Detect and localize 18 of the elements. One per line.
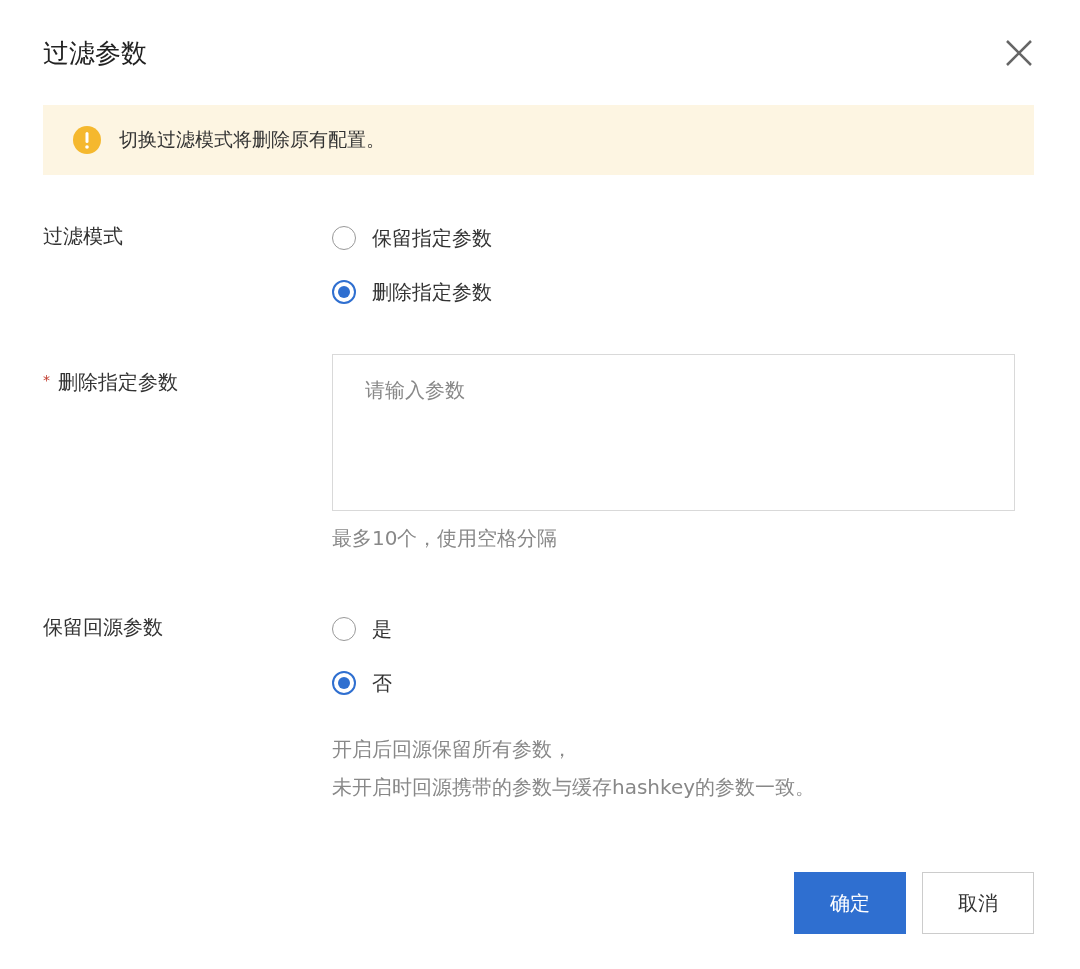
radio-option[interactable]: 是	[332, 602, 1034, 656]
input-field[interactable]: 请输入参数	[332, 354, 1015, 511]
warning-icon	[73, 126, 101, 154]
alert-text: 切换过滤模式将删除原有配置。	[119, 127, 385, 152]
dialog-title: 过滤参数	[43, 36, 147, 70]
cancel-button[interactable]: 取消	[922, 872, 1034, 934]
help-text: 开启后回源保留所有参数，未开启时回源携带的参数与缓存hashkey的参数一致。	[332, 736, 817, 801]
close-icon	[1004, 38, 1034, 68]
confirm-button[interactable]: 确定	[794, 872, 906, 934]
field-label: 删除指定参数	[58, 369, 178, 396]
help-text: 最多10个，使用空格分隔	[332, 525, 559, 552]
close-button[interactable]	[1004, 38, 1034, 68]
radio-option[interactable]: 否	[332, 656, 1034, 710]
required-mark: *	[43, 371, 50, 388]
radio-option[interactable]: 删除指定参数	[332, 265, 1034, 319]
field-label: 保留回源参数	[43, 614, 163, 641]
field-label: 过滤模式	[43, 223, 123, 250]
radio-option[interactable]: 保留指定参数	[332, 211, 1034, 265]
